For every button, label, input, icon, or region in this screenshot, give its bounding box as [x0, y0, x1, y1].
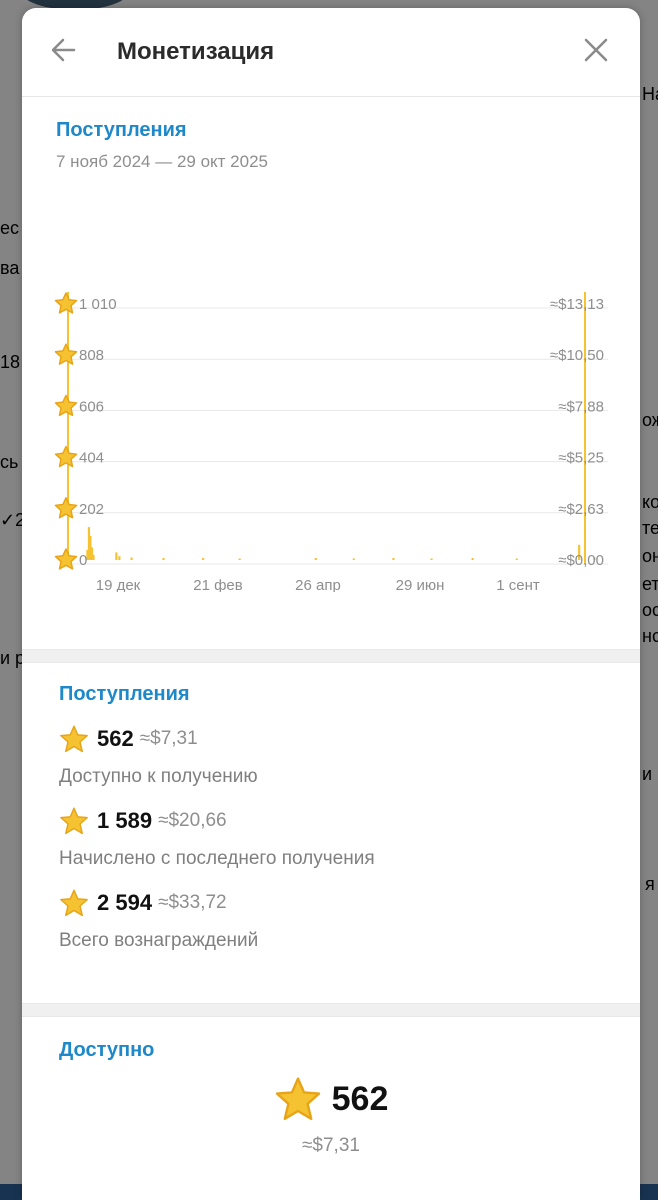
chart-bar: [471, 557, 474, 560]
y-axis-label: 404: [79, 450, 104, 467]
date-range: 7 нояб 2024 — 29 окт 2025: [56, 152, 268, 171]
chart-bar: [314, 557, 317, 560]
chart-bar: [430, 558, 433, 560]
y-axis-star-icon: [54, 292, 78, 314]
stat-accrued-row: 1 589 ≈$20,66: [59, 806, 640, 836]
y-axis-star-icon: [54, 497, 78, 519]
stat-total-row: 2 594 ≈$33,72: [59, 888, 640, 918]
dialog-title: Монетизация: [117, 38, 275, 65]
y-axis-star-icon: [54, 445, 78, 468]
y-axis-usd-label: ≈$7,88: [558, 398, 604, 415]
chart-bar: [515, 558, 518, 560]
star-icon: [60, 807, 88, 835]
section-divider: [22, 649, 640, 663]
y-axis-label: 0: [79, 552, 87, 569]
available-usd: ≈$7,31: [302, 1135, 360, 1156]
x-axis-label: 26 апр: [295, 577, 341, 592]
stats-title: Поступления: [59, 683, 190, 705]
stat-usd: ≈$20,66: [158, 810, 227, 831]
chart-bar: [238, 558, 241, 560]
close-icon[interactable]: [582, 36, 610, 64]
stat-amount: 2 594: [97, 890, 153, 915]
x-axis-label: 29 июн: [396, 577, 445, 592]
y-axis-label: 1 010: [79, 296, 117, 313]
x-axis-label: 19 дек: [96, 577, 141, 592]
y-axis-usd-label: ≈$0,00: [558, 552, 604, 569]
chart-bar: [130, 557, 133, 560]
revenue-stats-section: Поступления 562 ≈$7,31 Доступно к получе…: [22, 663, 640, 1003]
monetization-dialog: Монетизация Поступления 7 нояб 2024 — 29…: [22, 8, 640, 1200]
stat-usd: ≈$7,31: [139, 728, 198, 749]
available-amount: 562: [331, 1079, 389, 1118]
star-icon: [60, 889, 88, 917]
chart-bar: [352, 558, 355, 560]
chart-bar: [115, 552, 118, 560]
y-axis-usd-label: ≈$10,50: [550, 347, 604, 364]
stat-amount: 1 589: [97, 808, 153, 833]
y-axis-usd-label: ≈$13,13: [550, 296, 604, 313]
star-icon: [60, 725, 88, 753]
y-axis-usd-label: ≈$2,63: [558, 501, 604, 518]
chart-bar: [202, 557, 205, 560]
chart-bar: [118, 556, 121, 560]
revenue-chart[interactable]: 1 010 ≈$13,13 808 ≈$10,50 606 ≈$7,88 404 ≈$5,25…: [22, 192, 640, 592]
y-axis-star-icon: [54, 343, 78, 365]
revenue-chart-title: Поступления: [56, 119, 187, 141]
x-axis-label: 1 сент: [496, 577, 540, 592]
stat-available-row: 562 ≈$7,31: [59, 724, 640, 754]
stat-label: Начислено с последнего получения: [59, 848, 375, 869]
available-title: Доступно: [59, 1039, 155, 1061]
chart-bar: [162, 557, 165, 560]
stat-label: Всего вознаграждений: [59, 930, 259, 951]
y-axis-label: 202: [79, 501, 104, 518]
available-balance: 562: [22, 1075, 640, 1123]
y-axis-usd-label: ≈$5,25: [558, 450, 604, 467]
available-section: Доступно 562 ≈$7,31: [22, 1017, 640, 1200]
y-axis-label: 808: [79, 347, 104, 364]
chart-bar: [392, 557, 395, 560]
back-arrow-icon[interactable]: [48, 34, 80, 66]
revenue-chart-section: Поступления 7 нояб 2024 — 29 окт 2025 1 …: [22, 97, 640, 649]
y-axis-star-icon: [54, 394, 78, 417]
stat-usd: ≈$33,72: [158, 892, 227, 913]
stat-amount: 562: [97, 726, 134, 751]
chart-bar: [92, 554, 95, 560]
y-axis-label: 606: [79, 398, 104, 415]
section-divider: [22, 1003, 640, 1017]
stat-label: Доступно к получению: [59, 766, 258, 787]
dialog-header: Монетизация: [22, 8, 640, 97]
star-icon: [275, 1077, 320, 1120]
x-axis-label: 21 фев: [193, 577, 243, 592]
y-axis-star-icon: [54, 548, 78, 570]
